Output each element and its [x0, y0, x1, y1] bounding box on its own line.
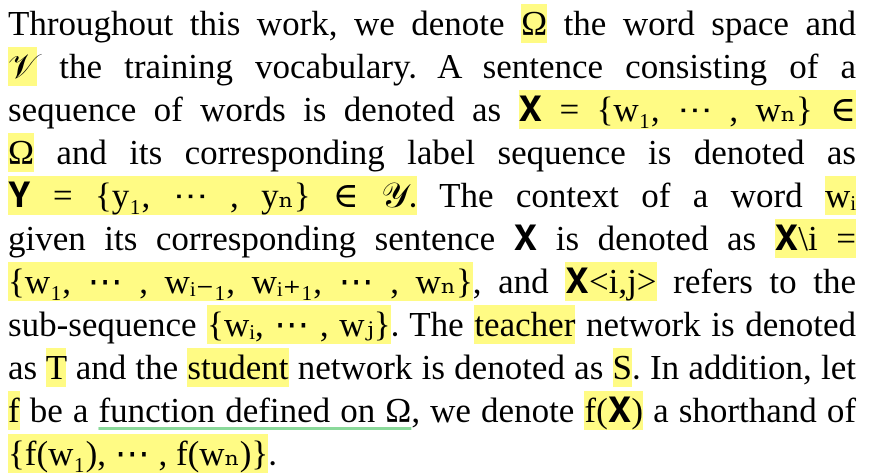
paper-paragraph: Throughout this work, we denote Ω the wo…	[8, 2, 868, 473]
text-segment: 𝐗	[513, 219, 538, 258]
text-segment: refers to the	[656, 262, 856, 301]
text-segment: the training vocabulary. A sentence cons…	[37, 47, 856, 86]
highlighted-text: f(𝐗)	[584, 391, 644, 430]
text-line: sub-sequence {wᵢ, ⋯ , wⱼ}. The teacher n…	[8, 303, 856, 347]
underlined-text: function defined on Ω	[98, 391, 412, 430]
highlighted-text: 𝒱	[8, 47, 38, 86]
highlighted-text: {wᵢ, ⋯ , wⱼ}	[207, 305, 391, 344]
highlighted-text: Ω	[521, 4, 548, 43]
text-segment: and the	[66, 348, 188, 387]
text-line: 𝒱 the training vocabulary. A sentence co…	[8, 45, 856, 89]
highlighted-text: {f(w₁), ⋯ , f(wₙ)}	[8, 434, 269, 473]
text-line: {f(w₁), ⋯ , f(wₙ)}.	[8, 432, 277, 476]
highlighted-text: 𝐘 = {y₁, ⋯ , yₙ} ∈ 𝒴.	[8, 176, 418, 215]
highlighted-text: student	[187, 348, 289, 387]
text-segment: network is denoted as	[288, 348, 613, 387]
text-line: Throughout this work, we denote Ω the wo…	[8, 2, 856, 46]
text-segment: Throughout this work, we denote	[8, 4, 522, 43]
text-segment: a shorthand of	[643, 391, 856, 430]
text-segment: . The	[390, 305, 475, 344]
text-segment: and its corresponding label sequence is …	[34, 133, 856, 172]
text-segment: sub-sequence	[8, 305, 208, 344]
highlighted-text: f	[8, 391, 20, 430]
highlighted-text: S	[612, 348, 633, 387]
highlighted-text: 𝐗 = {w₁, ⋯ , wₙ} ∈	[518, 90, 856, 129]
text-segment: .	[268, 434, 277, 473]
text-line: 𝐘 = {y₁, ⋯ , yₙ} ∈ 𝒴. The context of a w…	[8, 174, 856, 218]
text-line: given its corresponding sentence 𝐗 is de…	[8, 217, 857, 261]
highlighted-text: teacher	[474, 305, 576, 344]
highlighted-text: T	[45, 348, 67, 387]
text-line: f be a function defined on Ω, we denote …	[8, 389, 856, 433]
text-segment: be a	[19, 391, 99, 430]
text-segment: given its corresponding sentence	[8, 219, 514, 258]
highlighted-text: wᵢ	[824, 176, 856, 215]
highlighted-text: Ω	[8, 133, 35, 172]
text-segment: network is denoted	[575, 305, 856, 344]
text-segment: is denoted as	[537, 219, 775, 258]
text-segment: the word space and	[547, 4, 856, 43]
text-segment: . In addition, let	[632, 348, 856, 387]
text-segment: sequence of words is denoted as	[8, 90, 519, 129]
text-segment: , and	[472, 262, 566, 301]
text-line: {w₁, ⋯ , wᵢ₋₁, wᵢ₊₁, ⋯ , wₙ}, and 𝐗<i,j>…	[8, 260, 856, 304]
text-segment: , we denote	[411, 391, 585, 430]
highlighted-text: 𝐗<i,j>	[565, 262, 657, 301]
text-line: sequence of words is denoted as 𝐗 = {w₁,…	[8, 88, 856, 132]
text-line: Ω and its corresponding label sequence i…	[8, 131, 856, 175]
highlighted-text: 𝐗\i =	[774, 219, 857, 258]
text-segment: The context of a word	[417, 176, 825, 215]
text-line: as T and the student network is denoted …	[8, 346, 856, 390]
text-segment: as	[8, 348, 46, 387]
highlighted-text: {w₁, ⋯ , wᵢ₋₁, wᵢ₊₁, ⋯ , wₙ}	[8, 262, 473, 301]
